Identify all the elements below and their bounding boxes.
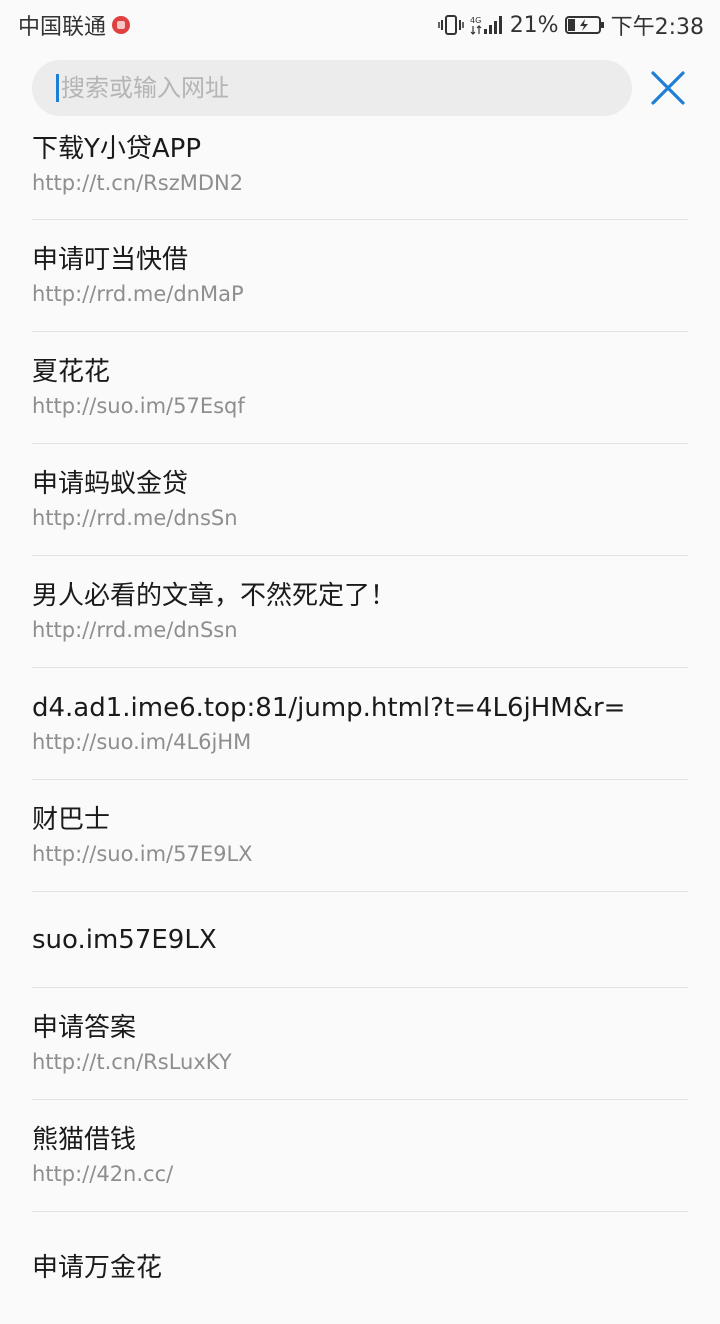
list-item[interactable]: 下载Y小贷APP http://t.cn/RszMDN2 [32,130,688,220]
network-type: 4G [470,16,481,25]
close-button[interactable] [648,68,688,108]
item-title: suo.im57E9LX [32,924,217,955]
list-item[interactable]: 夏花花 http://suo.im/57Esqf [32,332,688,444]
status-left: 中国联通 [18,9,131,41]
text-caret [56,74,59,102]
list-item[interactable]: 申请叮当快借 http://rrd.me/dnMaP [32,220,688,332]
search-box[interactable] [32,60,632,116]
search-input[interactable] [61,74,601,102]
list-item[interactable]: suo.im57E9LX [32,892,688,988]
item-url: http://suo.im/57Esqf [32,393,245,418]
carrier-logo-icon [112,16,131,34]
item-title: d4.ad1.ime6.top:81/jump.html?t=4L6jHM&r= [32,692,626,723]
item-title: 申请蚂蚁金贷 [32,468,189,499]
battery-percent: 21% [509,12,559,38]
list-item[interactable]: 申请蚂蚁金贷 http://rrd.me/dnsSn [32,444,688,556]
battery-charging-icon [564,16,604,34]
item-url: http://rrd.me/dnSsn [32,617,238,642]
close-icon [651,71,685,105]
item-title: 男人必看的文章，不然死定了！ [32,580,397,611]
list-item[interactable]: 熊猫借钱 http://42n.cc/ [32,1100,688,1212]
list-item[interactable]: 申请答案 http://t.cn/RsLuxKY [32,988,688,1100]
search-row [0,60,720,116]
item-url: http://rrd.me/dnMaP [32,281,244,306]
status-right: 4G 21% 下午2:38 [437,9,704,41]
item-title: 下载Y小贷APP [32,134,202,164]
clock: 下午2:38 [610,15,704,40]
item-title: 财巴士 [32,804,111,835]
item-url: http://suo.im/4L6jHM [32,729,252,754]
item-url: http://t.cn/RsLuxKY [32,1049,232,1074]
item-title: 申请叮当快借 [32,244,189,275]
suggestion-list: 下载Y小贷APP http://t.cn/RszMDN2 申请叮当快借 http… [32,130,688,1324]
item-url: http://suo.im/57E9LX [32,841,253,866]
item-title: 熊猫借钱 [32,1124,137,1155]
item-url: http://rrd.me/dnsSn [32,505,238,530]
status-bar: 中国联通 4G 21% 下午2:38 [0,0,720,50]
list-item[interactable]: 财巴士 http://suo.im/57E9LX [32,780,688,892]
list-item[interactable]: 男人必看的文章，不然死定了！ http://rrd.me/dnSsn [32,556,688,668]
item-title: 申请答案 [32,1012,137,1043]
list-item[interactable]: 申请万金花 [32,1212,688,1324]
item-title: 夏花花 [32,356,111,387]
item-url: http://t.cn/RszMDN2 [32,171,244,195]
list-item[interactable]: d4.ad1.ime6.top:81/jump.html?t=4L6jHM&r=… [32,668,688,780]
carrier-name: 中国联通 [18,15,107,40]
vibrate-icon [437,15,464,35]
signal-4g-icon: 4G [470,16,502,35]
item-url: http://42n.cc/ [32,1161,174,1186]
